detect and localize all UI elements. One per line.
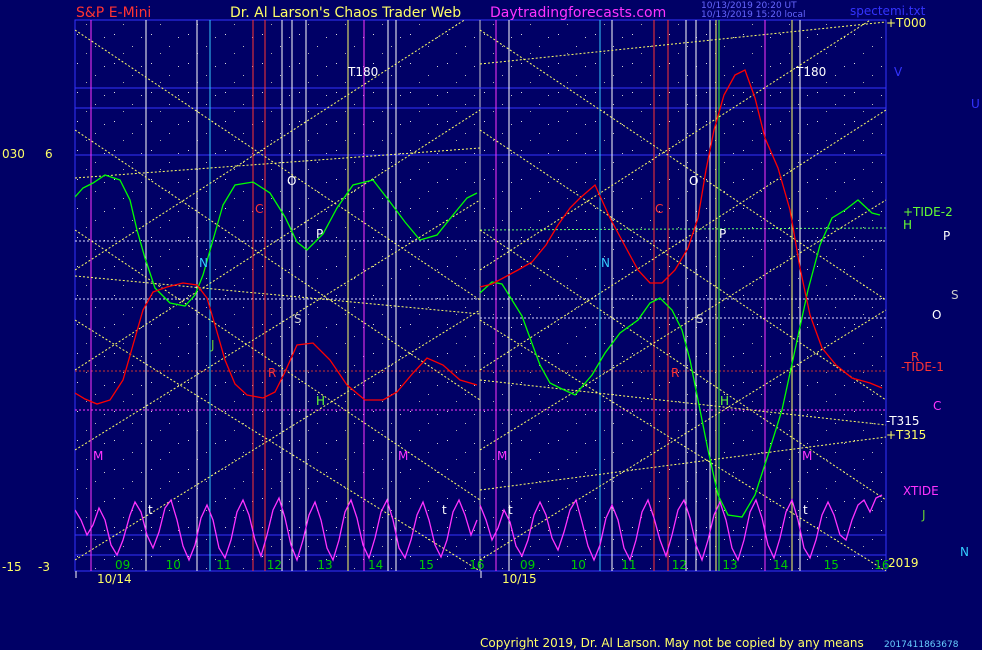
x-tick-label: 10 [571, 558, 586, 572]
point-label: R [268, 366, 276, 380]
y-label-top-left: 030 [2, 147, 25, 161]
chart-title: Dr. Al Larson's Chaos Trader Web [230, 5, 461, 21]
point-label: t [442, 503, 447, 517]
right-labels: +T000 V U +TIDE-2 H P S O R -TIDE-1 C -T… [886, 16, 980, 559]
copyright-notice: Copyright 2019, Dr. Al Larson. May not b… [480, 636, 864, 650]
label-u: U [971, 97, 980, 111]
label-h: H [903, 218, 912, 232]
y-label-bottom-value: -3 [38, 560, 50, 574]
point-label: T180 [347, 65, 378, 79]
point-label: C [255, 202, 263, 216]
point-label: N [601, 256, 610, 270]
instrument-label: S&P E-Mini [76, 5, 151, 21]
point-label: R [671, 366, 679, 380]
x-tick-label: 10 [166, 558, 181, 572]
x-tick-label: 13 [722, 558, 737, 572]
label-tide1: -TIDE-1 [901, 360, 944, 374]
x-tick-label: 11 [621, 558, 636, 572]
point-label: M [93, 449, 103, 463]
x-tick-label: 13 [317, 558, 332, 572]
label-j: J [921, 508, 926, 522]
point-label: H [720, 394, 729, 408]
website-label: Daytradingforecasts.com [490, 5, 666, 21]
x-tick-label: 16 [874, 558, 889, 572]
x-day-label: 10/15 [502, 572, 537, 586]
label-s: S [951, 288, 959, 302]
point-label: O [287, 174, 296, 188]
point-label: t [803, 503, 808, 517]
chart-canvas: S&P E-Mini Dr. Al Larson's Chaos Trader … [2, 1, 980, 650]
point-label: t [148, 503, 153, 517]
x-tick-label: 14 [773, 558, 788, 572]
point-label: N [199, 256, 208, 270]
point-label: t [508, 503, 513, 517]
point-label: M [398, 449, 408, 463]
y-label-top-value: 6 [45, 147, 53, 161]
label-v: V [894, 65, 903, 79]
point-label: O [689, 174, 698, 188]
label-n: N [960, 545, 969, 559]
label-minus-t315: -T315 [886, 414, 919, 428]
update-time-local: 10/13/2019 15:20 local [701, 10, 806, 20]
x-tick-label: 14 [368, 558, 383, 572]
x-tick-label: 09 [115, 558, 130, 572]
point-label: T180 [795, 65, 826, 79]
x-tick-label: 12 [267, 558, 282, 572]
label-o: O [932, 308, 941, 322]
x-tick-label: 11 [216, 558, 231, 572]
x-tick-label: 09 [520, 558, 535, 572]
point-label: C [655, 202, 663, 216]
x-tick-label: 15 [419, 558, 434, 572]
label-xtide: XTIDE [903, 484, 939, 498]
label-p: P [943, 229, 950, 243]
label-t000: +T000 [886, 16, 926, 30]
point-label: J [210, 338, 215, 352]
point-label: H [316, 394, 325, 408]
point-label: M [802, 449, 812, 463]
footer-code: 2017411863678 [884, 640, 959, 650]
point-label: M [497, 449, 507, 463]
point-label: S [294, 312, 302, 326]
year-label: 2019 [888, 556, 919, 570]
x-day-label: 10/14 [97, 572, 132, 586]
label-tide2: +TIDE-2 [903, 205, 953, 219]
x-tick-label: 16 [469, 558, 484, 572]
x-tick-label: 12 [672, 558, 687, 572]
point-label: P [316, 227, 323, 241]
y-label-bottom-left: -15 [2, 560, 22, 574]
label-c: C [933, 399, 941, 413]
point-label: S [696, 312, 704, 326]
label-plus-t315: +T315 [886, 428, 926, 442]
point-label: P [719, 227, 726, 241]
x-tick-label: 15 [824, 558, 839, 572]
